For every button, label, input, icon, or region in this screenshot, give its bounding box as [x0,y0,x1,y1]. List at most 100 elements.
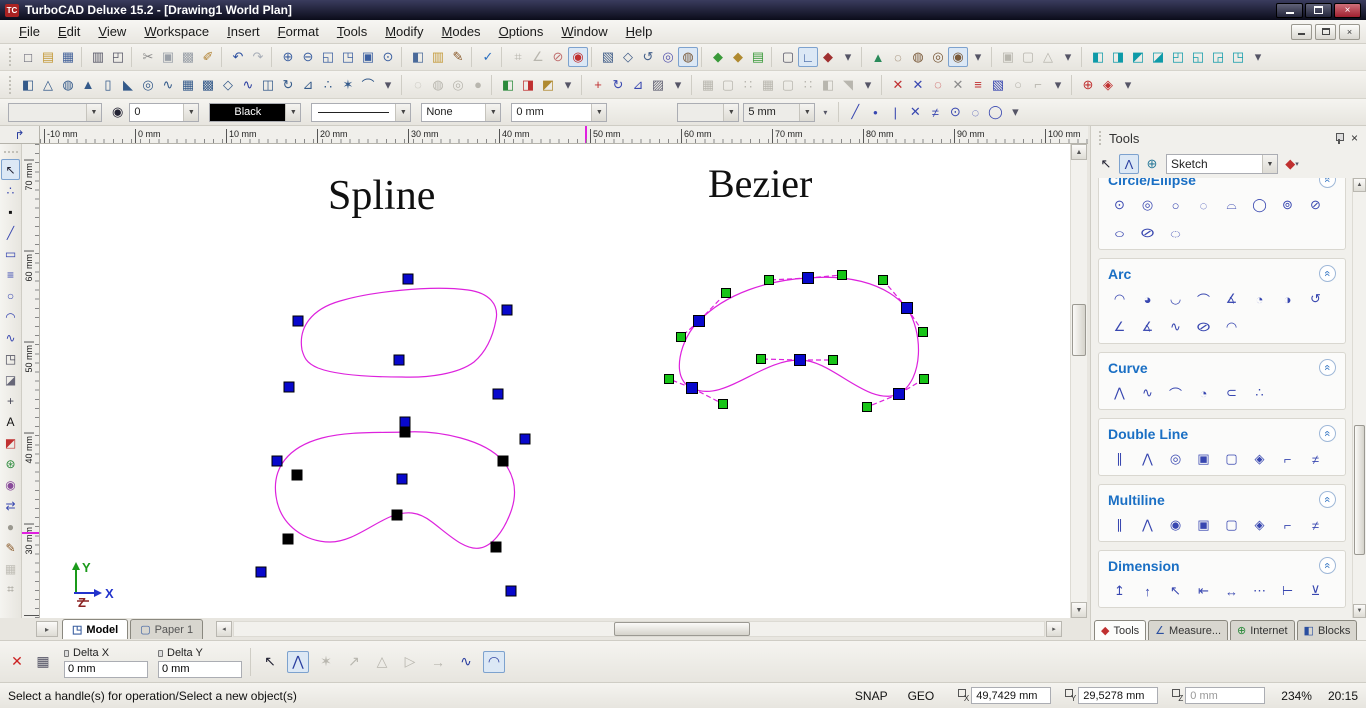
snap-magnetic-icon[interactable]: ◉ [568,47,588,67]
pin-icon[interactable] [1335,133,1343,144]
arc-tan-line-icon[interactable]: ∠ [1111,318,1128,336]
scroll-up-icon[interactable]: ▲ [1071,144,1087,160]
ellipse-fixed-ratio-icon[interactable]: ◌ [1163,224,1188,242]
overflow-icon[interactable]: ▾ [968,47,988,67]
tab-scroll-grip[interactable]: ▸ [36,621,58,637]
meet-icon[interactable]: ✕ [908,75,928,95]
circle-3point-icon[interactable]: ◌ [1195,196,1212,214]
scale-3d-icon[interactable]: ⊿ [628,75,648,95]
convert-spline-icon[interactable]: ∿ [455,651,477,673]
view-left-icon[interactable]: ◲ [1208,47,1228,67]
corner-edit-icon[interactable]: ⌐ [1028,75,1048,95]
print-preview-icon[interactable]: ◰ [108,47,128,67]
double-circle-icon[interactable]: ◎ [1167,450,1184,468]
view-bottom-icon[interactable]: ◱ [1188,47,1208,67]
double-perpendicular-icon[interactable]: ⌐ [1279,450,1296,468]
dim-datum-icon[interactable]: ⇤ [1195,582,1212,600]
double-rectangle-icon[interactable]: ▢ [1223,450,1240,468]
box-3d-tool-icon[interactable]: ◳ [1,348,20,369]
tab-tools[interactable]: ◆Tools [1094,620,1146,640]
snap-quadrant-icon[interactable]: ◌ [965,102,985,122]
menu-view[interactable]: View [89,21,135,42]
x-coordinate-value[interactable]: 49,7429 mm [971,687,1051,704]
colors-icon[interactable]: ▤ [748,47,768,67]
arc-elliptical-icon[interactable]: ⊘ [1191,318,1216,336]
shade-outline-icon[interactable]: ◎ [448,75,468,95]
view-iso-sw-icon[interactable]: ◨ [1108,47,1128,67]
overflow-icon[interactable]: ▾ [1248,47,1268,67]
circle-tan-2arc-icon[interactable]: ⊚ [1279,196,1296,214]
move-tool-icon[interactable]: + [1,390,20,411]
array-mirror-icon[interactable]: ▢ [778,75,798,95]
palette-scroll-thumb[interactable] [1354,425,1365,555]
add-node-icon[interactable]: △ [371,651,393,673]
cancel-icon[interactable]: ✕ [6,651,28,673]
ruler-origin-button[interactable]: ↱ [0,126,40,144]
view-front-icon[interactable]: ◩ [1128,47,1148,67]
boolean-add-icon[interactable]: ◧ [498,75,518,95]
snap-tangent-icon[interactable]: ◯ [985,102,1005,122]
drawing-canvas[interactable]: YXZSplineBezier [40,144,1070,618]
multi-rotated-rect-icon[interactable]: ◈ [1251,516,1268,534]
layer-visibility-icon[interactable]: ◉ [112,104,123,120]
delta-y-input[interactable] [158,661,242,678]
circle-double-point-icon[interactable]: ○ [1167,196,1184,214]
overflow-icon[interactable]: ▾ [668,75,688,95]
edit-handles-icon[interactable]: ⋀ [287,651,309,673]
menu-modify[interactable]: Modify [376,21,432,42]
print-icon[interactable]: ▥ [88,47,108,67]
multi-rectangle-icon[interactable]: ▢ [1223,516,1240,534]
convert-arc-icon[interactable]: ◠ [483,651,505,673]
cylinder-3d-icon[interactable]: ▯ [98,75,118,95]
tab-internet[interactable]: ⊕Internet [1230,620,1295,640]
ungroup-icon[interactable]: ▢ [1018,47,1038,67]
double-parallel-icon[interactable]: ≠ [1307,450,1324,468]
snap-intersection-icon[interactable]: ✕ [905,102,925,122]
extrude-icon[interactable]: ◫ [258,75,278,95]
render-quality-icon[interactable]: ◉ [948,47,968,67]
measure-tool-icon[interactable]: ⇄ [1,495,20,516]
menu-window[interactable]: Window [552,21,616,42]
boolean-intersect-icon[interactable]: ◩ [538,75,558,95]
circle-tan-3arc-icon[interactable]: ◯ [1251,196,1268,214]
ellipse-rotated-icon[interactable]: ⊘ [1135,224,1160,242]
line-tool-icon[interactable]: ╱ [1,222,20,243]
mdi-close-button[interactable]: × [1339,24,1360,40]
overflow-icon[interactable]: ▾ [858,75,878,95]
sweep-icon[interactable]: ⊿ [298,75,318,95]
view-right-icon[interactable]: ◳ [1228,47,1248,67]
polyline-3d-icon[interactable]: ◇ [218,75,238,95]
collapse-icon[interactable]: « [1319,359,1336,376]
horizontal-ruler[interactable]: -10 mm0 mm10 mm20 mm30 mm40 mm50 mm60 mm… [40,126,1088,144]
array-rect-icon[interactable]: ▢ [718,75,738,95]
palette-open-icon[interactable]: ▥ [428,47,448,67]
axis-icon[interactable]: + [588,75,608,95]
pen-icon[interactable]: ✎ [448,47,468,67]
palette-category-combo[interactable]: Sketch ▼ [1166,154,1278,174]
overflow-icon[interactable]: ▾ [815,102,835,122]
scroll-right-icon[interactable]: ▸ [1046,621,1062,637]
text-tool-icon[interactable]: A [1,411,20,432]
arc-tool-icon[interactable]: ◠ [1,306,20,327]
torus-3d-icon[interactable]: ◎ [138,75,158,95]
palette-close-icon[interactable]: × [1351,131,1358,145]
explode-2-icon[interactable]: ⊕ [1078,75,1098,95]
pattern-icon[interactable]: ▨ [648,75,668,95]
render-wireframe-icon[interactable]: ◌ [888,47,908,67]
double-polygon-icon[interactable]: ▣ [1195,450,1212,468]
cone-3d-icon[interactable]: ▲ [78,75,98,95]
array-linear-icon[interactable]: ▦ [698,75,718,95]
tab-measure-[interactable]: ∠Measure... [1148,620,1228,640]
vertical-ruler[interactable]: 70 mm60 mm50 mm40 mm30 mm20 mm [22,144,40,618]
double-polyline-icon[interactable]: ⋀ [1139,450,1156,468]
dot-tool-icon[interactable]: ▪ [1,201,20,222]
materials-icon[interactable]: ◆ [728,47,748,67]
cloud-icon[interactable]: ⊂ [1223,384,1240,402]
boolean-subtract-icon[interactable]: ◨ [518,75,538,95]
menu-help[interactable]: Help [617,21,662,42]
snap-nearest-icon[interactable]: ≠ [925,102,945,122]
minimize-button[interactable] [1276,3,1303,18]
dim-vertical-icon[interactable]: ↥ [1111,582,1128,600]
undo-icon[interactable]: ↶ [228,47,248,67]
snap-middle-icon[interactable]: | [885,102,905,122]
